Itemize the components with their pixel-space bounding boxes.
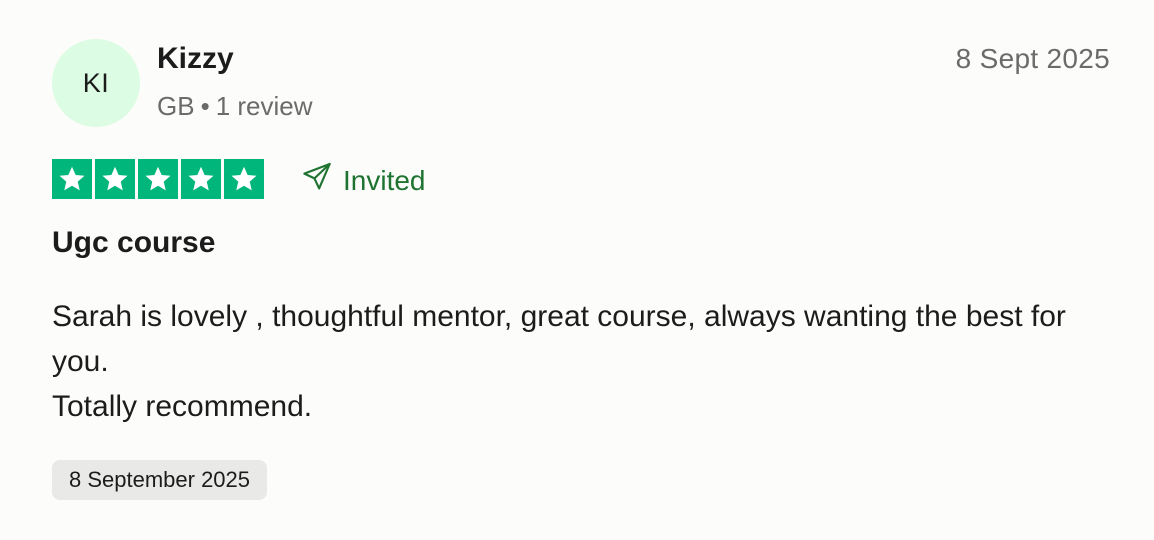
reviewer-country: GB [157,91,195,121]
invited-label[interactable]: Invited [301,160,426,202]
invited-text: Invited [343,165,426,196]
review-body-line: Totally recommend. [52,390,313,423]
paper-plane-icon [301,160,333,202]
avatar[interactable]: KI [52,39,140,127]
review-title[interactable]: Ugc course [52,223,215,263]
avatar-initials: KI [82,67,110,98]
reviewer-name[interactable]: Kizzy [157,40,234,78]
date-of-experience-badge: 8 September 2025 [52,460,268,500]
star-icon [224,159,264,199]
star-icon [181,159,221,199]
star-icon [52,159,92,199]
reviewer-review-count: 1 review [215,91,313,121]
review-body-line: Sarah is lovely , thoughtful mentor, gre… [52,300,1066,378]
review-date: 8 Sept 2025 [955,43,1110,74]
star-rating [52,159,264,199]
star-icon [95,159,135,199]
star-icon [138,159,178,199]
reviewer-meta: GB • 1 review [157,89,313,123]
review-body: Sarah is lovely , thoughtful mentor, gre… [52,294,1092,429]
meta-separator: • [200,91,210,121]
